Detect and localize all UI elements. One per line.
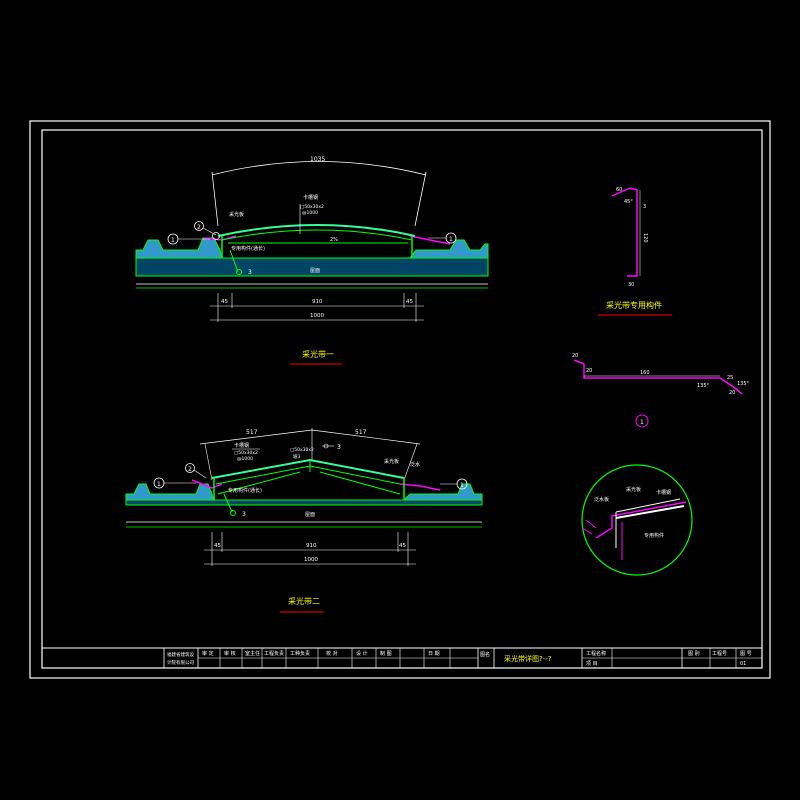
- label-purlin-2: 卡槽钢: [234, 442, 249, 449]
- label-purlin-1: 卡槽钢: [303, 194, 318, 201]
- profile-dim-20-left: 20: [586, 368, 592, 374]
- profile-dim-160: 160: [640, 370, 650, 376]
- detail-label-flashing: 泛水板: [594, 496, 609, 503]
- bracket-dim-bottom: 30: [628, 282, 634, 288]
- drawing-label: 图名: [480, 651, 490, 658]
- project-label: 工程名称: [586, 650, 606, 657]
- right-header-2: 图 号: [740, 651, 752, 657]
- bracket-dim-angle: 45°: [624, 199, 633, 205]
- section-2-title: 采光带二: [288, 596, 320, 606]
- dim-arc-1035: 1035: [310, 156, 325, 163]
- bracket-dim-3: 3: [643, 204, 646, 210]
- drawing-name: 采光带详图?--?: [504, 654, 552, 663]
- section-1-title: 采光带一: [302, 349, 334, 359]
- dim-45-right-2: 45: [399, 543, 406, 549]
- item-label: 项 目: [586, 661, 598, 667]
- marker-3-s1: 3: [248, 269, 252, 276]
- profile-dim-135-left: 135°: [697, 383, 710, 389]
- right-header-0: 图 别: [688, 650, 700, 657]
- label-flashing-right-2: 泛水: [410, 461, 420, 468]
- bubble-1-s1: 1: [171, 237, 175, 244]
- bubble-1-s2-right: 1: [460, 482, 464, 489]
- tb-header-7: 制 图: [380, 650, 392, 657]
- dim-45-right-1: 45: [406, 299, 413, 305]
- label-panel-right-2: 采光板: [384, 458, 399, 465]
- right-header-1: 工程号: [712, 650, 727, 657]
- company-line-2: 计院有限公司: [167, 659, 194, 666]
- profile-dim-20-right: 20: [729, 390, 735, 396]
- profile-dim-20-top: 20: [572, 353, 578, 359]
- dim-517-right: 517: [355, 429, 367, 436]
- profile-dim-25: 25: [727, 375, 733, 381]
- dim-45-left-2: 45: [214, 543, 221, 549]
- marker-3-s2: 3: [242, 511, 246, 518]
- label-slope-2: 坡3: [293, 453, 300, 460]
- label-purlin-spec1-2: □50x30x2: [234, 450, 258, 456]
- detail-label-panel: 采光板: [626, 486, 641, 493]
- bubble-1-s2: 1: [157, 481, 161, 488]
- detail-label-bracket: 专用构件: [644, 532, 664, 539]
- dim-910-1: 910: [312, 299, 323, 305]
- cad-drawing: 1035 卡槽钢 □50x30x2 @1000 采光板 2% 专用构件(通长) …: [0, 0, 800, 800]
- label-bracket-2: 专用构件(通长): [228, 487, 262, 494]
- label-purlin-spec-mid: □50x30x2: [290, 447, 314, 453]
- dim-910-2: 910: [306, 543, 317, 549]
- label-purlin-spec2-2: @1000: [237, 456, 253, 462]
- label-slope-1: 2%: [330, 237, 338, 243]
- tb-header-5: 校 对: [326, 650, 338, 657]
- tb-header-1: 审 核: [224, 650, 236, 657]
- profile-dim-135-right: 135°: [737, 381, 750, 387]
- slope-marker-2: 3: [337, 444, 341, 451]
- company-line-1: 福建省建筑设: [167, 651, 194, 658]
- tb-header-6: 设 计: [356, 650, 368, 657]
- label-base-2: 屋面: [305, 512, 315, 518]
- dim-45-left-1: 45: [221, 299, 228, 305]
- label-base-1: 屋面: [310, 268, 320, 274]
- tb-header-0: 审 定: [202, 650, 214, 657]
- dim-total-1: 1000: [310, 313, 324, 319]
- sheet-no: 01: [740, 661, 746, 667]
- bubble-2-s1: 2: [197, 224, 201, 231]
- detail-bubble: 1: [640, 419, 644, 426]
- roof-slab-2: [125, 499, 483, 506]
- bubble-2-s2: 2: [188, 466, 192, 473]
- label-purlin-spec1-1: □50x30x2: [300, 204, 324, 210]
- tb-header-4: 工种负责: [290, 650, 310, 657]
- bracket-title: 采光带专用构件: [606, 300, 662, 310]
- tb-header-8: 日 期: [428, 651, 440, 657]
- tb-header-2: 室主任: [245, 650, 260, 657]
- tb-header-3: 工程负责: [264, 650, 284, 657]
- label-bracket-1: 专用构件(通长): [231, 245, 265, 252]
- bracket-dim-top: 60: [616, 187, 622, 193]
- bracket-dim-height: 120: [642, 233, 648, 243]
- label-purlin-spec2-1: @1000: [302, 210, 318, 216]
- label-panel-1: 采光板: [229, 211, 244, 218]
- dim-total-2: 1000: [304, 557, 318, 563]
- bubble-1-s1-right: 1: [449, 236, 453, 243]
- dim-517-left: 517: [246, 429, 258, 436]
- detail-label-purlin: 卡槽钢: [656, 489, 671, 496]
